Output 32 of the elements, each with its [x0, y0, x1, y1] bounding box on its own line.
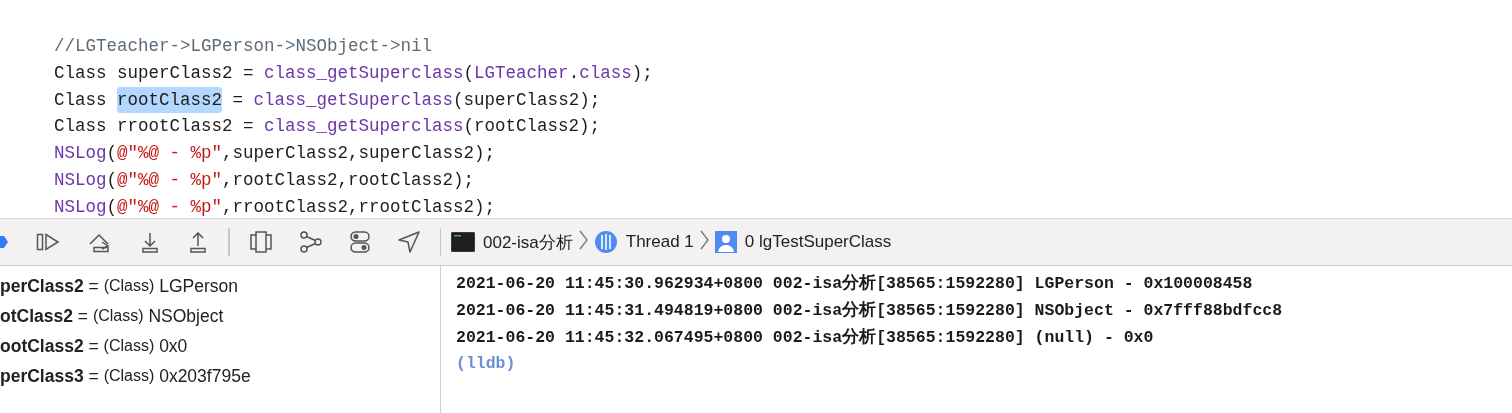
lldb-prompt: (lldb) [456, 353, 516, 376]
terminal-icon [451, 232, 475, 252]
variable-row[interactable]: perClass3 = (Class) 0x203f795e [0, 361, 440, 391]
code-line: Class rrootClass2 = class_getSuperclass(rootClass2); [54, 115, 602, 139]
variable-row[interactable]: perClass2 = (Class) LGPerson [0, 271, 440, 301]
console-line: 2021-06-20 11:45:30.962934+0800 002-isa分析[38565:1592280] LGPerson - 0x100008458 [456, 273, 1254, 295]
chevron-icon [578, 230, 588, 250]
highlighted-text: rootClass2 [117, 86, 223, 114]
thread-icon [593, 230, 618, 254]
console-line: 2021-06-20 11:45:32.067495+0800 002-isa分析[38565:1592280] (null) - 0x0 [456, 326, 1155, 349]
code-line: Class superClass2 = class_getSuperclass(LGTeacher.class); [54, 61, 654, 85]
code-line: NSLog(@"%@ - %p",rrootClass2,rrootClass2); [54, 195, 497, 219]
code-line: Class rootClass2 = class_getSuperclass(superClass2); [54, 86, 1512, 114]
breadcrumb-item[interactable]: 002-isa分析 [451, 230, 573, 254]
step-out-icon[interactable] [188, 231, 208, 253]
variable-row[interactable]: ootClass2 = (Class) 0x0 [0, 331, 440, 361]
chevron-icon [699, 230, 709, 250]
step-over-icon[interactable] [88, 231, 112, 253]
toggle-icon[interactable] [349, 231, 370, 253]
location-arrow-icon[interactable] [397, 231, 420, 253]
code-line: NSLog(@"%@ - %p",superClass2,superClass2); [54, 142, 497, 166]
layers-icon[interactable] [249, 231, 272, 253]
breadcrumb-item[interactable]: Thread 1 [593, 230, 694, 254]
console-line: 2021-06-20 11:45:31.494819+0800 002-isa分析[38565:1592280] NSObject - 0x7fff88bdfcc8 [456, 299, 1284, 322]
step-into-icon[interactable] [140, 231, 160, 253]
code-line: //LGTeacher->LGPerson->NSObject->nil [54, 35, 434, 58]
graph-icon[interactable] [299, 231, 322, 253]
code-line: NSLog(@"%@ - %p",rootClass2,rootClass2); [54, 169, 476, 192]
variable-row[interactable]: otClass2 = (Class) NSObject [0, 301, 440, 331]
continue-icon[interactable] [36, 232, 60, 252]
person-icon [714, 231, 737, 253]
breadcrumb-item[interactable]: 0 lgTestSuperClass [714, 231, 892, 253]
